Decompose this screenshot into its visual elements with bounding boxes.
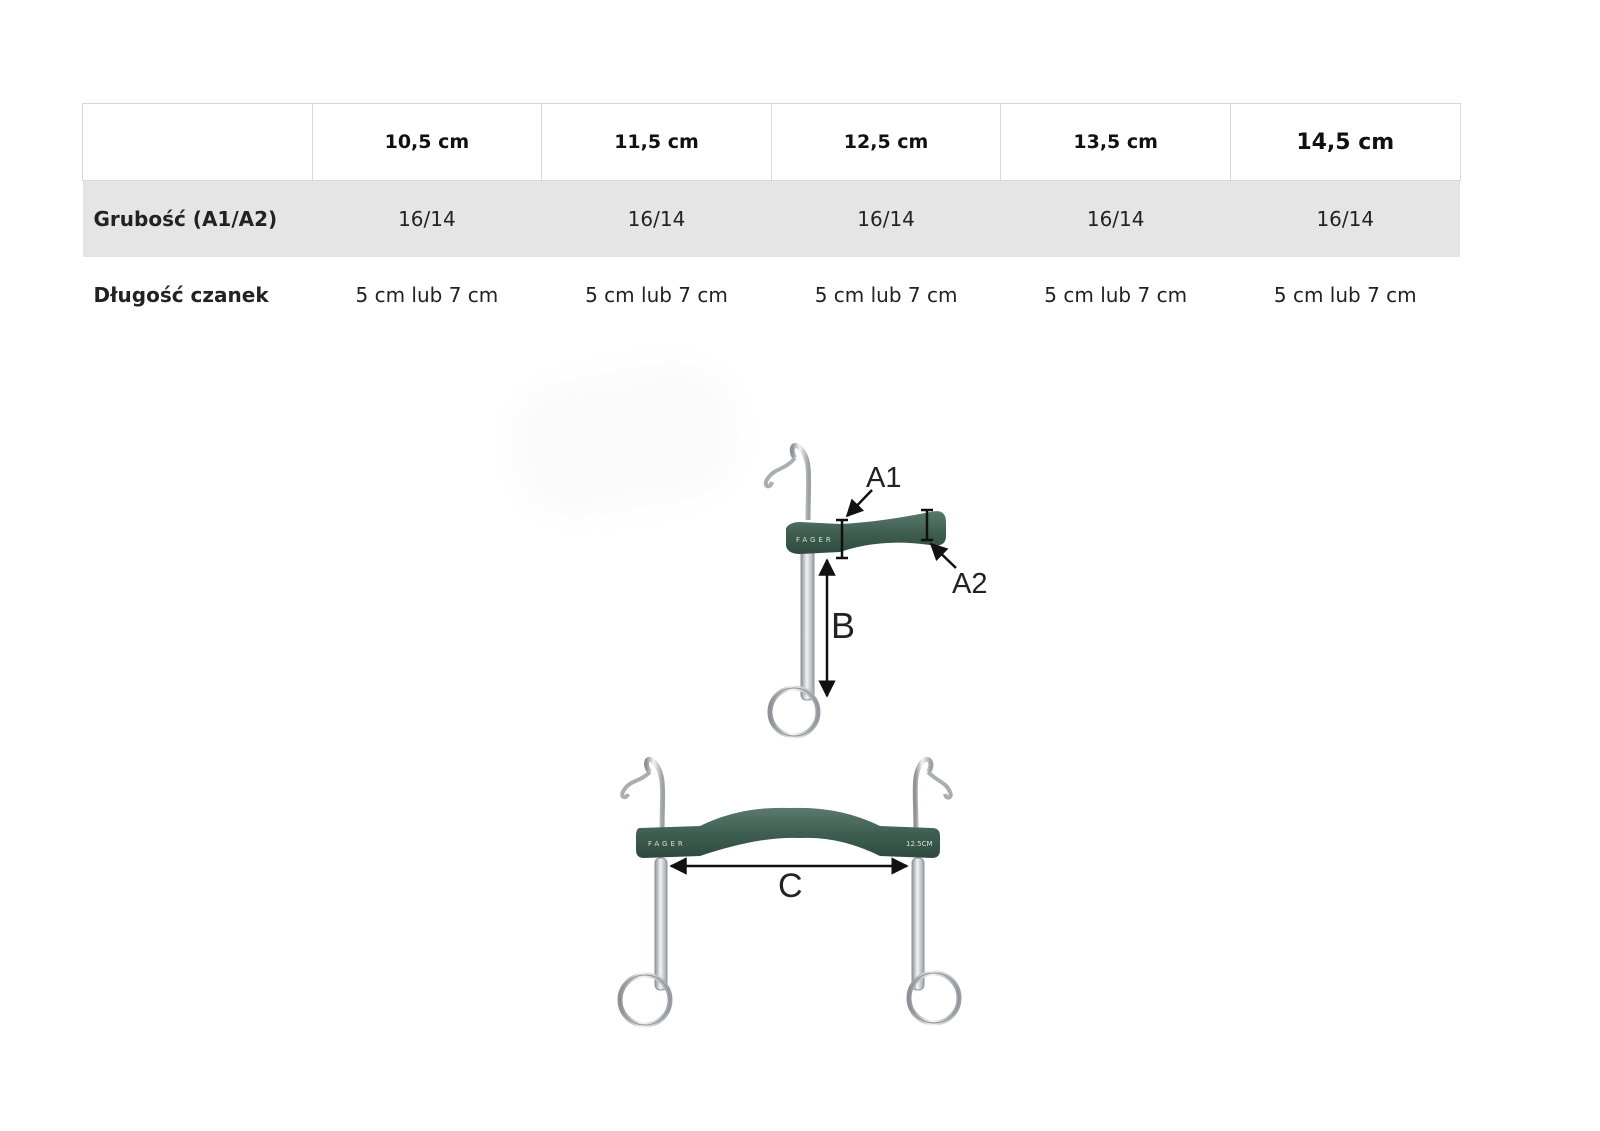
brand-mark: FAGER	[796, 536, 834, 544]
a2-arrow	[929, 542, 957, 569]
bit-front-view: FAGER 12.5CM C	[617, 756, 962, 1028]
hook-icon	[644, 756, 666, 831]
cheek-shank-left	[654, 857, 668, 991]
bit-diagram: FAGER A1 A2 B FAGER 12.5CM C	[617, 442, 987, 1028]
label-a2: A2	[952, 568, 987, 600]
size-mark: 12.5CM	[906, 840, 933, 848]
cheek-shank-right	[911, 857, 925, 991]
brand-mark: FAGER	[648, 840, 686, 848]
label-b: B	[831, 605, 855, 646]
label-c: C	[778, 867, 803, 905]
bit-side-view: FAGER A1 A2 B	[763, 442, 987, 739]
mouthpiece	[636, 807, 940, 858]
cheek-shank	[800, 539, 815, 701]
label-a1: A1	[866, 462, 901, 494]
hook-icon	[789, 442, 812, 521]
hook-icon	[912, 756, 934, 831]
